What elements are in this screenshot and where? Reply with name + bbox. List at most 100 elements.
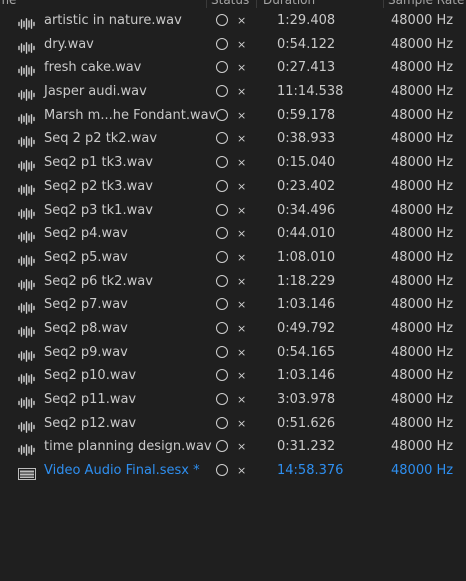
- file-duration: 0:54.122: [277, 36, 336, 52]
- status-circle-icon: [216, 179, 228, 192]
- file-sample-rate: 48000 Hz: [391, 202, 454, 218]
- status-circle-icon: [216, 203, 228, 216]
- multitrack-session-icon: [18, 465, 36, 481]
- file-sample-rate: 48000 Hz: [391, 415, 454, 431]
- status-circle-icon: [216, 440, 228, 453]
- file-sample-rate: 48000 Hz: [391, 297, 454, 313]
- waveform-icon: [18, 276, 36, 291]
- file-name: Seq 2 p2 tk2.wav: [44, 131, 158, 147]
- file-row[interactable]: Jasper audi.wav × 11:14.538 48000 Hz: [0, 80, 466, 104]
- file-sample-rate: 48000 Hz: [391, 60, 454, 76]
- status-circle-icon: [216, 369, 228, 382]
- status-circle-icon: [216, 345, 228, 358]
- status-circle-icon: [216, 37, 228, 50]
- file-name: dry.wav: [44, 36, 94, 52]
- status-x-icon: ×: [237, 393, 247, 406]
- file-duration: 0:49.792: [277, 320, 336, 336]
- file-sample-rate: 48000 Hz: [391, 392, 454, 407]
- file-sample-rate: 48000 Hz: [391, 368, 454, 384]
- file-row[interactable]: Seq2 p12.wav × 0:51.626 48000 Hz: [0, 412, 466, 436]
- status-circle-icon: [216, 14, 228, 26]
- file-row[interactable]: Seq2 p4.wav × 0:44.010 48000 Hz: [0, 222, 466, 246]
- file-duration: 0:54.165: [277, 344, 336, 360]
- file-name: fresh cake.wav: [44, 60, 142, 76]
- status-circle-icon: [216, 156, 228, 169]
- file-row[interactable]: Seq2 p3 tk1.wav × 0:34.496 48000 Hz: [0, 199, 466, 223]
- file-sample-rate: 48000 Hz: [391, 439, 454, 455]
- file-row[interactable]: Marsh m...he Fondant.wav × 0:59.178 48000 H…: [0, 104, 466, 128]
- column-separator[interactable]: [383, 0, 384, 8]
- status-circle-icon: [216, 108, 228, 121]
- file-duration: 3:03.978: [277, 392, 336, 407]
- file-duration: 1:29.408: [277, 13, 336, 28]
- file-row[interactable]: Seq2 p10.wav × 1:03.146 48000 Hz: [0, 364, 466, 388]
- status-circle-icon: [216, 416, 228, 429]
- status-x-icon: ×: [237, 179, 247, 193]
- file-row[interactable]: artistic in nature.wav × 1:29.408 48000 Hz: [0, 9, 466, 33]
- status-x-icon: ×: [237, 369, 247, 383]
- file-name: time planning design.wav: [44, 439, 212, 455]
- waveform-icon: [18, 394, 36, 409]
- status-x-icon: ×: [237, 227, 247, 241]
- column-separator[interactable]: [206, 0, 207, 8]
- file-row[interactable]: fresh cake.wav × 0:27.413 48000 Hz: [0, 56, 466, 80]
- waveform-icon: [18, 323, 36, 338]
- file-row[interactable]: Seq 2 p2 tk2.wav × 0:38.933 48000 Hz: [0, 127, 466, 151]
- waveform-icon: [18, 110, 36, 125]
- waveform-icon: [18, 86, 36, 101]
- file-sample-rate: 48000 Hz: [391, 320, 454, 336]
- file-duration: 1:08.010: [277, 249, 336, 265]
- file-row[interactable]: dry.wav × 0:54.122 48000 Hz: [0, 33, 466, 57]
- column-separator[interactable]: [256, 0, 257, 8]
- status-x-icon: ×: [237, 108, 247, 122]
- waveform-icon: [18, 370, 36, 386]
- file-name: Seq2 p11.wav: [44, 392, 137, 407]
- file-row[interactable]: Seq2 p2 tk3.wav × 0:23.402 48000 Hz: [0, 175, 466, 199]
- files-panel: ame▲ Status Duration Sample Rate artisti…: [0, 0, 466, 581]
- file-name: Seq2 p10.wav: [44, 368, 137, 384]
- status-circle-icon: [216, 298, 228, 311]
- status-x-icon: ×: [237, 416, 247, 430]
- waveform-icon: [18, 39, 36, 54]
- status-x-icon: ×: [237, 132, 247, 146]
- session-row[interactable]: Video Audio Final.sesx * × 14:58.376 48000 …: [0, 459, 466, 483]
- file-row[interactable]: Seq2 p9.wav × 0:54.165 48000 Hz: [0, 341, 466, 365]
- file-sample-rate: 48000 Hz: [391, 131, 454, 147]
- duration-column-header[interactable]: Duration: [263, 0, 315, 8]
- file-row[interactable]: Seq2 p11.wav × 3:03.978 48000 Hz: [0, 388, 466, 412]
- file-name: Seq2 p12.wav: [44, 415, 137, 431]
- file-name: Marsh m...he Fondant.wav: [44, 107, 217, 123]
- file-row[interactable]: time planning design.wav × 0:31.232 48000 H…: [0, 435, 466, 459]
- status-circle-icon: [216, 393, 228, 405]
- file-sample-rate: 48000 Hz: [391, 36, 454, 52]
- status-circle-icon: [216, 250, 228, 263]
- status-circle-icon: [216, 464, 228, 477]
- status-column-header[interactable]: Status: [211, 0, 249, 8]
- file-duration: 14:58.376: [277, 463, 344, 479]
- waveform-icon: [18, 252, 36, 267]
- waveform-icon: [18, 62, 36, 78]
- file-row[interactable]: Seq2 p8.wav × 0:49.792 48000 Hz: [0, 317, 466, 341]
- file-row[interactable]: Seq2 p1 tk3.wav × 0:15.040 48000 Hz: [0, 151, 466, 175]
- status-x-icon: ×: [237, 250, 247, 264]
- file-row[interactable]: Seq2 p5.wav × 1:08.010 48000 Hz: [0, 246, 466, 270]
- file-duration: 0:44.010: [277, 226, 336, 242]
- file-duration: 0:38.933: [277, 131, 336, 147]
- file-name: Seq2 p7.wav: [44, 297, 128, 313]
- status-x-icon: ×: [237, 345, 247, 359]
- file-duration: 1:18.229: [277, 273, 336, 289]
- file-row[interactable]: Seq2 p6 tk2.wav × 1:18.229 48000 Hz: [0, 270, 466, 294]
- file-duration: 1:03.146: [277, 297, 336, 313]
- file-duration: 0:51.626: [277, 415, 336, 431]
- file-row[interactable]: Seq2 p7.wav × 1:03.146 48000 Hz: [0, 293, 466, 317]
- file-sample-rate: 48000 Hz: [391, 178, 454, 194]
- sample-rate-column-header[interactable]: Sample Rate: [388, 0, 464, 8]
- status-x-icon: ×: [237, 440, 247, 454]
- waveform-icon: [18, 347, 36, 362]
- file-duration: 0:34.496: [277, 202, 336, 218]
- waveform-icon: [18, 181, 36, 196]
- file-duration: 0:15.040: [277, 155, 336, 171]
- status-x-icon: ×: [237, 37, 247, 51]
- file-sample-rate: 48000 Hz: [391, 155, 454, 171]
- waveform-icon: [18, 418, 36, 433]
